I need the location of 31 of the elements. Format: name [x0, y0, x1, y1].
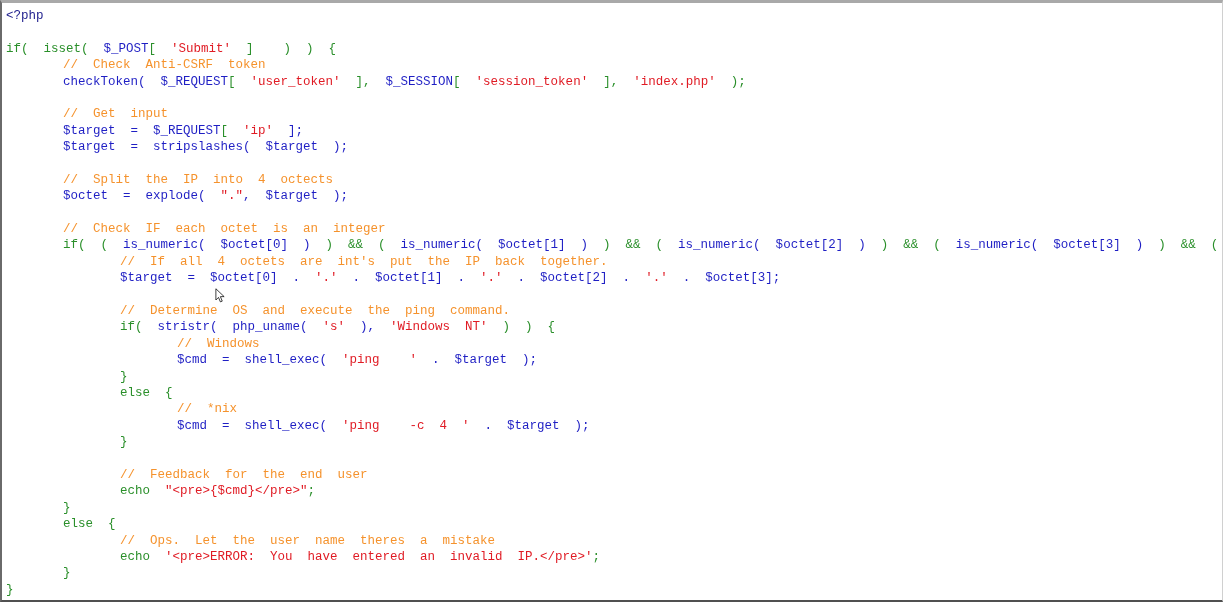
code-line: // Windows: [177, 335, 260, 353]
code-line: }: [6, 581, 14, 599]
code-line: // Check IF each octet is an integer: [63, 221, 386, 238]
code-line: $target = stripslashes( $target );: [63, 139, 349, 156]
code-line: $target = $octet[0] . '.' . $octet[1] . '.' . $octet[2] . '.' . $octet[3];: [120, 270, 781, 287]
code-line: $target = $_REQUEST[ 'ip' ];: [63, 122, 304, 140]
code-line: // If all 4 octets are int's put the IP back together.: [120, 253, 608, 271]
code-line: if( isset( $_POST[ 'Submit' ] ) ) {: [6, 40, 337, 58]
code-line: if( stristr( php_uname( 's' ), 'Windows NT' ) ) {: [120, 319, 556, 336]
code-line: echo '<pre>ERROR: You have entered an invalid IP.</pre>';: [120, 548, 601, 566]
code-line: // Check Anti-CSRF token: [63, 57, 266, 74]
code-line: $cmd = shell_exec( 'ping -c 4 ' . $target );: [177, 417, 590, 435]
code-line: echo "<pre>{$cmd}</pre>";: [120, 483, 316, 500]
code-line: }: [63, 499, 71, 517]
code-line: <?php: [6, 8, 44, 25]
code-line: }: [120, 368, 128, 385]
code-line: // Ops. Let the user name theres a mistake: [120, 532, 496, 549]
code-line: else {: [63, 516, 116, 533]
code-line: $cmd = shell_exec( 'ping ' . $target );: [177, 352, 538, 369]
code-line: // Get input: [63, 106, 168, 123]
code-line: if( ( is_numeric( $octet[0] ) ) && ( is_numeric( $octet[1] ) ) && ( is_numeric( $octet[2] ) ) && ( is_numeric( $octet[3] ) ) && (: [63, 237, 1219, 254]
code-line: }: [120, 434, 128, 451]
code-line: else {: [120, 385, 173, 402]
code-line: // Determine OS and execute the ping command.: [120, 303, 511, 320]
code-line: checkToken( $_REQUEST[ 'user_token' ], $_SESSION[ 'session_token' ], 'index.php' );: [63, 73, 746, 90]
code-line: }: [63, 565, 71, 582]
code-line: // Split the IP into 4 octects: [63, 171, 334, 189]
code-line: $octet = explode( ".", $target );: [63, 188, 349, 205]
cursor-icon: [215, 288, 225, 303]
code-line: // Feedback for the end user: [120, 466, 368, 484]
code-line: // *nix: [177, 401, 237, 418]
